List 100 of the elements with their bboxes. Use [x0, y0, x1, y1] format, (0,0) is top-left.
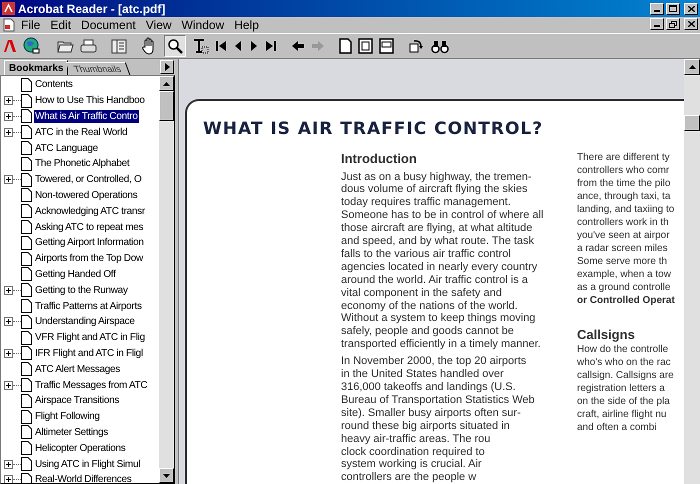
bookmark-item[interactable]: Real-World Differences: [34, 473, 132, 483]
page-icon: [21, 441, 32, 456]
down-triangle-icon: [163, 474, 170, 478]
maximize-icon: [669, 5, 677, 12]
bookmark-item[interactable]: Using ATC in Flight Simul: [34, 458, 142, 471]
bookmark-item[interactable]: Non-towered Operations: [34, 188, 138, 202]
bookmark-item[interactable]: ATC in the Real World: [34, 126, 128, 139]
menu-item[interactable]: Help: [234, 16, 259, 34]
minimize-icon: [654, 25, 660, 27]
scroll-down-button[interactable]: [159, 468, 174, 483]
binoculars-icon[interactable]: [431, 38, 449, 54]
page-icon: [21, 204, 32, 218]
paragraph: How do the controlle who's who on the rac callsign. Callsigns are registration letters a on the side of the pla craft, airline flight nu and often a combi: [577, 342, 675, 434]
bookmark-item[interactable]: What is Air Traffic Contro: [34, 110, 139, 123]
expand-icon[interactable]: [4, 475, 13, 483]
page-icon: [21, 141, 32, 156]
bookmark-item[interactable]: The Phonetic Alphabet: [34, 157, 130, 170]
close-button[interactable]: [684, 18, 698, 30]
bookmark-item[interactable]: Airspace Transitions: [34, 394, 120, 408]
scroll-thumb[interactable]: [159, 91, 174, 121]
bookmark-item[interactable]: IFR Flight and ATC in Fligl: [34, 346, 144, 360]
last-page-icon[interactable]: [265, 40, 277, 52]
bookmark-item[interactable]: Getting Airport Information: [34, 236, 145, 250]
restore-icon: [669, 20, 677, 28]
window-title: Acrobat Reader - [atc.pdf]: [18, 0, 166, 18]
bookmark-item[interactable]: Helicopter Operations: [34, 442, 126, 455]
page-icon: [21, 94, 32, 108]
scroll-up-button[interactable]: [159, 76, 174, 91]
page-icon: [21, 172, 32, 187]
page-icon: [21, 188, 32, 202]
maximize-button[interactable]: [666, 2, 680, 14]
expand-icon[interactable]: [4, 96, 13, 106]
fit-width-icon[interactable]: [379, 38, 394, 54]
bookmark-item[interactable]: Traffic Patterns at Airports: [34, 300, 143, 313]
menu-item[interactable]: Window: [182, 16, 224, 34]
bookmark-item[interactable]: Getting Handed Off: [34, 268, 117, 281]
expand-icon[interactable]: [4, 460, 13, 469]
fit-page-icon[interactable]: [358, 38, 373, 54]
document-icon[interactable]: [2, 18, 16, 32]
panel-icon[interactable]: [111, 38, 127, 54]
magnifier-icon: [167, 38, 183, 54]
bookmark-item[interactable]: How to Use This Handboo: [34, 94, 146, 108]
page-icon: [21, 314, 32, 329]
app-icon: [2, 2, 15, 15]
page-icon: [21, 362, 32, 376]
paragraph: In November 2000, the top 20 airports in the United States handled over 316,000 takeoffs and landings (U.S. Bureau of Transportation Statistics Web site). Smaller busy airports often sur- round these big airports situated in heavy air-traffic areas. The rou clock coordination required to system working is crucial. Air controllers are the people w: [341, 355, 536, 484]
page-icon: [21, 78, 32, 92]
page-icon: [21, 394, 32, 408]
next-page-icon[interactable]: [249, 40, 259, 52]
expand-icon[interactable]: [4, 128, 13, 137]
expand-icon[interactable]: [4, 286, 13, 295]
page-icon: [21, 252, 32, 266]
previous-page-icon[interactable]: [233, 40, 243, 52]
page-icon: [21, 156, 32, 171]
expand-icon[interactable]: [4, 112, 13, 121]
bookmark-item[interactable]: Towered, or Controlled, O: [34, 173, 142, 186]
page-icon[interactable]: [339, 38, 352, 54]
expand-icon[interactable]: [4, 175, 13, 184]
panel-tab[interactable]: Bookmarks: [4, 60, 68, 75]
restore-button[interactable]: [666, 18, 680, 30]
menu-item[interactable]: Document: [81, 16, 136, 34]
bookmark-item[interactable]: Asking ATC to repeat mes: [34, 220, 144, 234]
minimize-button[interactable]: [650, 2, 664, 14]
bookmark-item[interactable]: Airports from the Top Dow: [34, 252, 144, 266]
expand-icon[interactable]: [4, 380, 13, 390]
vertical-scrollbar[interactable]: [159, 76, 174, 483]
printer-icon[interactable]: [80, 38, 97, 54]
menu-item[interactable]: File: [21, 16, 40, 34]
right-triangle-icon: [164, 63, 170, 71]
menu-item[interactable]: View: [146, 16, 172, 34]
bookmark-item[interactable]: Acknowledging ATC transr: [34, 204, 146, 218]
minimize-button[interactable]: [650, 18, 664, 30]
expand-icon[interactable]: [4, 317, 13, 326]
bookmark-item[interactable]: Altimeter Settings: [34, 426, 109, 439]
text-select-icon[interactable]: [192, 38, 209, 54]
vertical-scrollbar[interactable]: [684, 59, 700, 484]
bookmark-item[interactable]: Contents: [34, 78, 74, 92]
page-icon: [21, 410, 32, 424]
panel-menu-button[interactable]: [160, 60, 174, 74]
expand-icon[interactable]: [4, 348, 13, 358]
close-button[interactable]: [684, 2, 698, 14]
bookmark-item[interactable]: Getting to the Runway: [34, 284, 129, 297]
rotate-icon[interactable]: [408, 38, 425, 54]
back-arrow-icon[interactable]: [291, 40, 305, 52]
folder-icon[interactable]: [57, 39, 74, 53]
logo-icon[interactable]: [3, 38, 17, 54]
bookmark-item[interactable]: VFR Flight and ATC in Flig: [34, 331, 146, 344]
globe-icon[interactable]: [23, 37, 41, 55]
bookmark-item[interactable]: Understanding Airspace: [34, 315, 136, 328]
bookmark-item[interactable]: Traffic Messages from ATC: [34, 378, 148, 392]
panel-tab[interactable]: Thumbnails: [66, 62, 130, 75]
bookmark-item[interactable]: Flight Following: [34, 410, 101, 424]
menu-item[interactable]: Edit: [50, 16, 72, 34]
page-icon: [21, 236, 32, 250]
zoom-tool-button[interactable]: [164, 35, 186, 57]
bookmark-item[interactable]: ATC Alert Messages: [34, 362, 122, 376]
bookmark-item[interactable]: ATC Language: [34, 142, 99, 155]
scroll-up-button[interactable]: [684, 59, 700, 75]
first-page-icon[interactable]: [215, 40, 227, 52]
scroll-thumb[interactable]: [684, 115, 700, 131]
